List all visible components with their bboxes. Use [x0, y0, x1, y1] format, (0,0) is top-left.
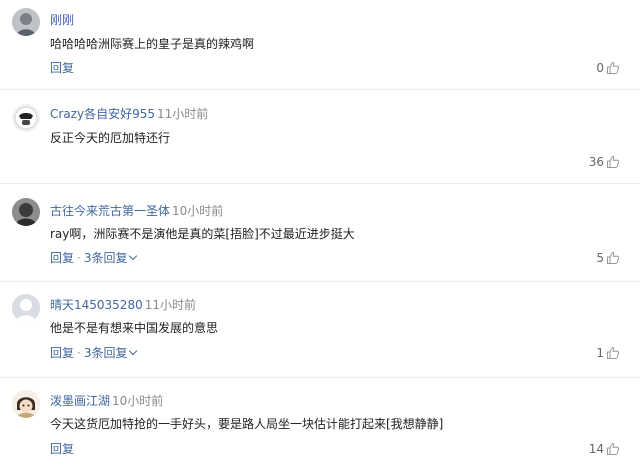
comment-actions: 回复 · 3条回复 [50, 345, 138, 361]
comment-username[interactable]: 刚刚 [50, 13, 74, 27]
comment-time: 10小时前 [172, 204, 224, 218]
comment-text: 今天这货厄加特抢的一手好头，要是路人局坐一块估计能打起来[我想静静] [50, 417, 444, 431]
comment-item: 晴天145035280 11小时前 他是不是有想来中国发展的意思 回复 · 3条回复 … [0, 282, 640, 378]
comment-username[interactable]: 古往今来荒古第一圣体 [50, 204, 170, 218]
avatar[interactable] [12, 198, 40, 226]
thumbs-up-icon [607, 251, 620, 264]
like-count: 14 [588, 442, 604, 456]
thumbs-up-icon [607, 346, 620, 359]
avatar-image [12, 294, 40, 322]
comment-text: ray啊，洲际赛不是演他是真的菜[捂脸]不过最近进步挺大 [50, 227, 355, 241]
comment-time: 11小时前 [156, 107, 209, 121]
avatar-image [12, 390, 40, 418]
comment-meta: 晴天145035280 11小时前 [50, 297, 196, 313]
comment-actions: 回复 [50, 60, 74, 76]
like-count: 1 [596, 346, 604, 360]
reply-button[interactable]: 回复 [50, 251, 74, 265]
comment-username[interactable]: Crazy各自安好955 [50, 107, 155, 121]
replies-count-label: 3条回复 [83, 346, 128, 360]
chevron-down-icon [129, 251, 138, 261]
like-button[interactable]: 5 [596, 250, 620, 266]
comment-time: 11小时前 [144, 298, 196, 312]
comment-text: 反正今天的厄加特还行 [50, 131, 171, 145]
comment-meta: 刚刚 [50, 12, 76, 28]
comment-username[interactable]: 晴天145035280 [50, 298, 143, 312]
like-count: 5 [596, 251, 604, 265]
chevron-down-icon [129, 346, 138, 356]
reply-button[interactable]: 回复 [50, 442, 74, 456]
avatar[interactable] [12, 390, 40, 418]
separator-dot: · [77, 346, 81, 360]
replies-count-label: 3条回复 [83, 251, 128, 265]
comment-item: 泼墨画江湖 10小时前 今天这货厄加特抢的一手好头，要是路人局坐一块估计能打起来[… [0, 378, 640, 469]
like-count: 0 [596, 61, 604, 75]
thumbs-up-icon [607, 442, 620, 455]
like-count: 36 [588, 155, 604, 169]
view-replies-button[interactable]: 3条回复 [83, 251, 138, 265]
like-button[interactable]: 1 [596, 345, 620, 361]
avatar-image [12, 104, 40, 132]
comment-actions: 回复 [50, 441, 74, 457]
comment-time: 10小时前 [112, 394, 164, 408]
like-button[interactable]: 36 [589, 154, 620, 170]
comment-actions: 回复 · 3条回复 [50, 250, 138, 266]
reply-button[interactable]: 回复 [50, 61, 74, 75]
comment-item: Crazy各自安好955 11小时前 反正今天的厄加特还行 36 [0, 90, 640, 184]
comment-text: 哈哈哈哈洲际赛上的皇子是真的辣鸡啊 [50, 37, 255, 51]
comment-meta: Crazy各自安好955 11小时前 [50, 106, 208, 122]
comment-item: 古往今来荒古第一圣体 10小时前 ray啊，洲际赛不是演他是真的菜[捂脸]不过最近… [0, 184, 640, 282]
reply-button[interactable]: 回复 [50, 346, 74, 360]
comment-item: 刚刚 哈哈哈哈洲际赛上的皇子是真的辣鸡啊 回复 0 [0, 0, 640, 90]
view-replies-button[interactable]: 3条回复 [83, 346, 138, 360]
avatar-image [12, 8, 40, 36]
thumbs-up-icon [607, 155, 620, 168]
avatar-image [12, 198, 40, 226]
avatar[interactable] [12, 8, 40, 36]
avatar[interactable] [12, 104, 40, 132]
comment-text: 他是不是有想来中国发展的意思 [50, 321, 219, 335]
thumbs-up-icon [607, 61, 620, 74]
like-button[interactable]: 0 [596, 60, 620, 76]
separator-dot: · [77, 251, 81, 265]
comment-meta: 古往今来荒古第一圣体 10小时前 [50, 203, 223, 219]
like-button[interactable]: 14 [589, 441, 620, 457]
comment-username[interactable]: 泼墨画江湖 [50, 394, 110, 408]
comment-meta: 泼墨画江湖 10小时前 [50, 393, 163, 409]
avatar[interactable] [12, 294, 40, 322]
